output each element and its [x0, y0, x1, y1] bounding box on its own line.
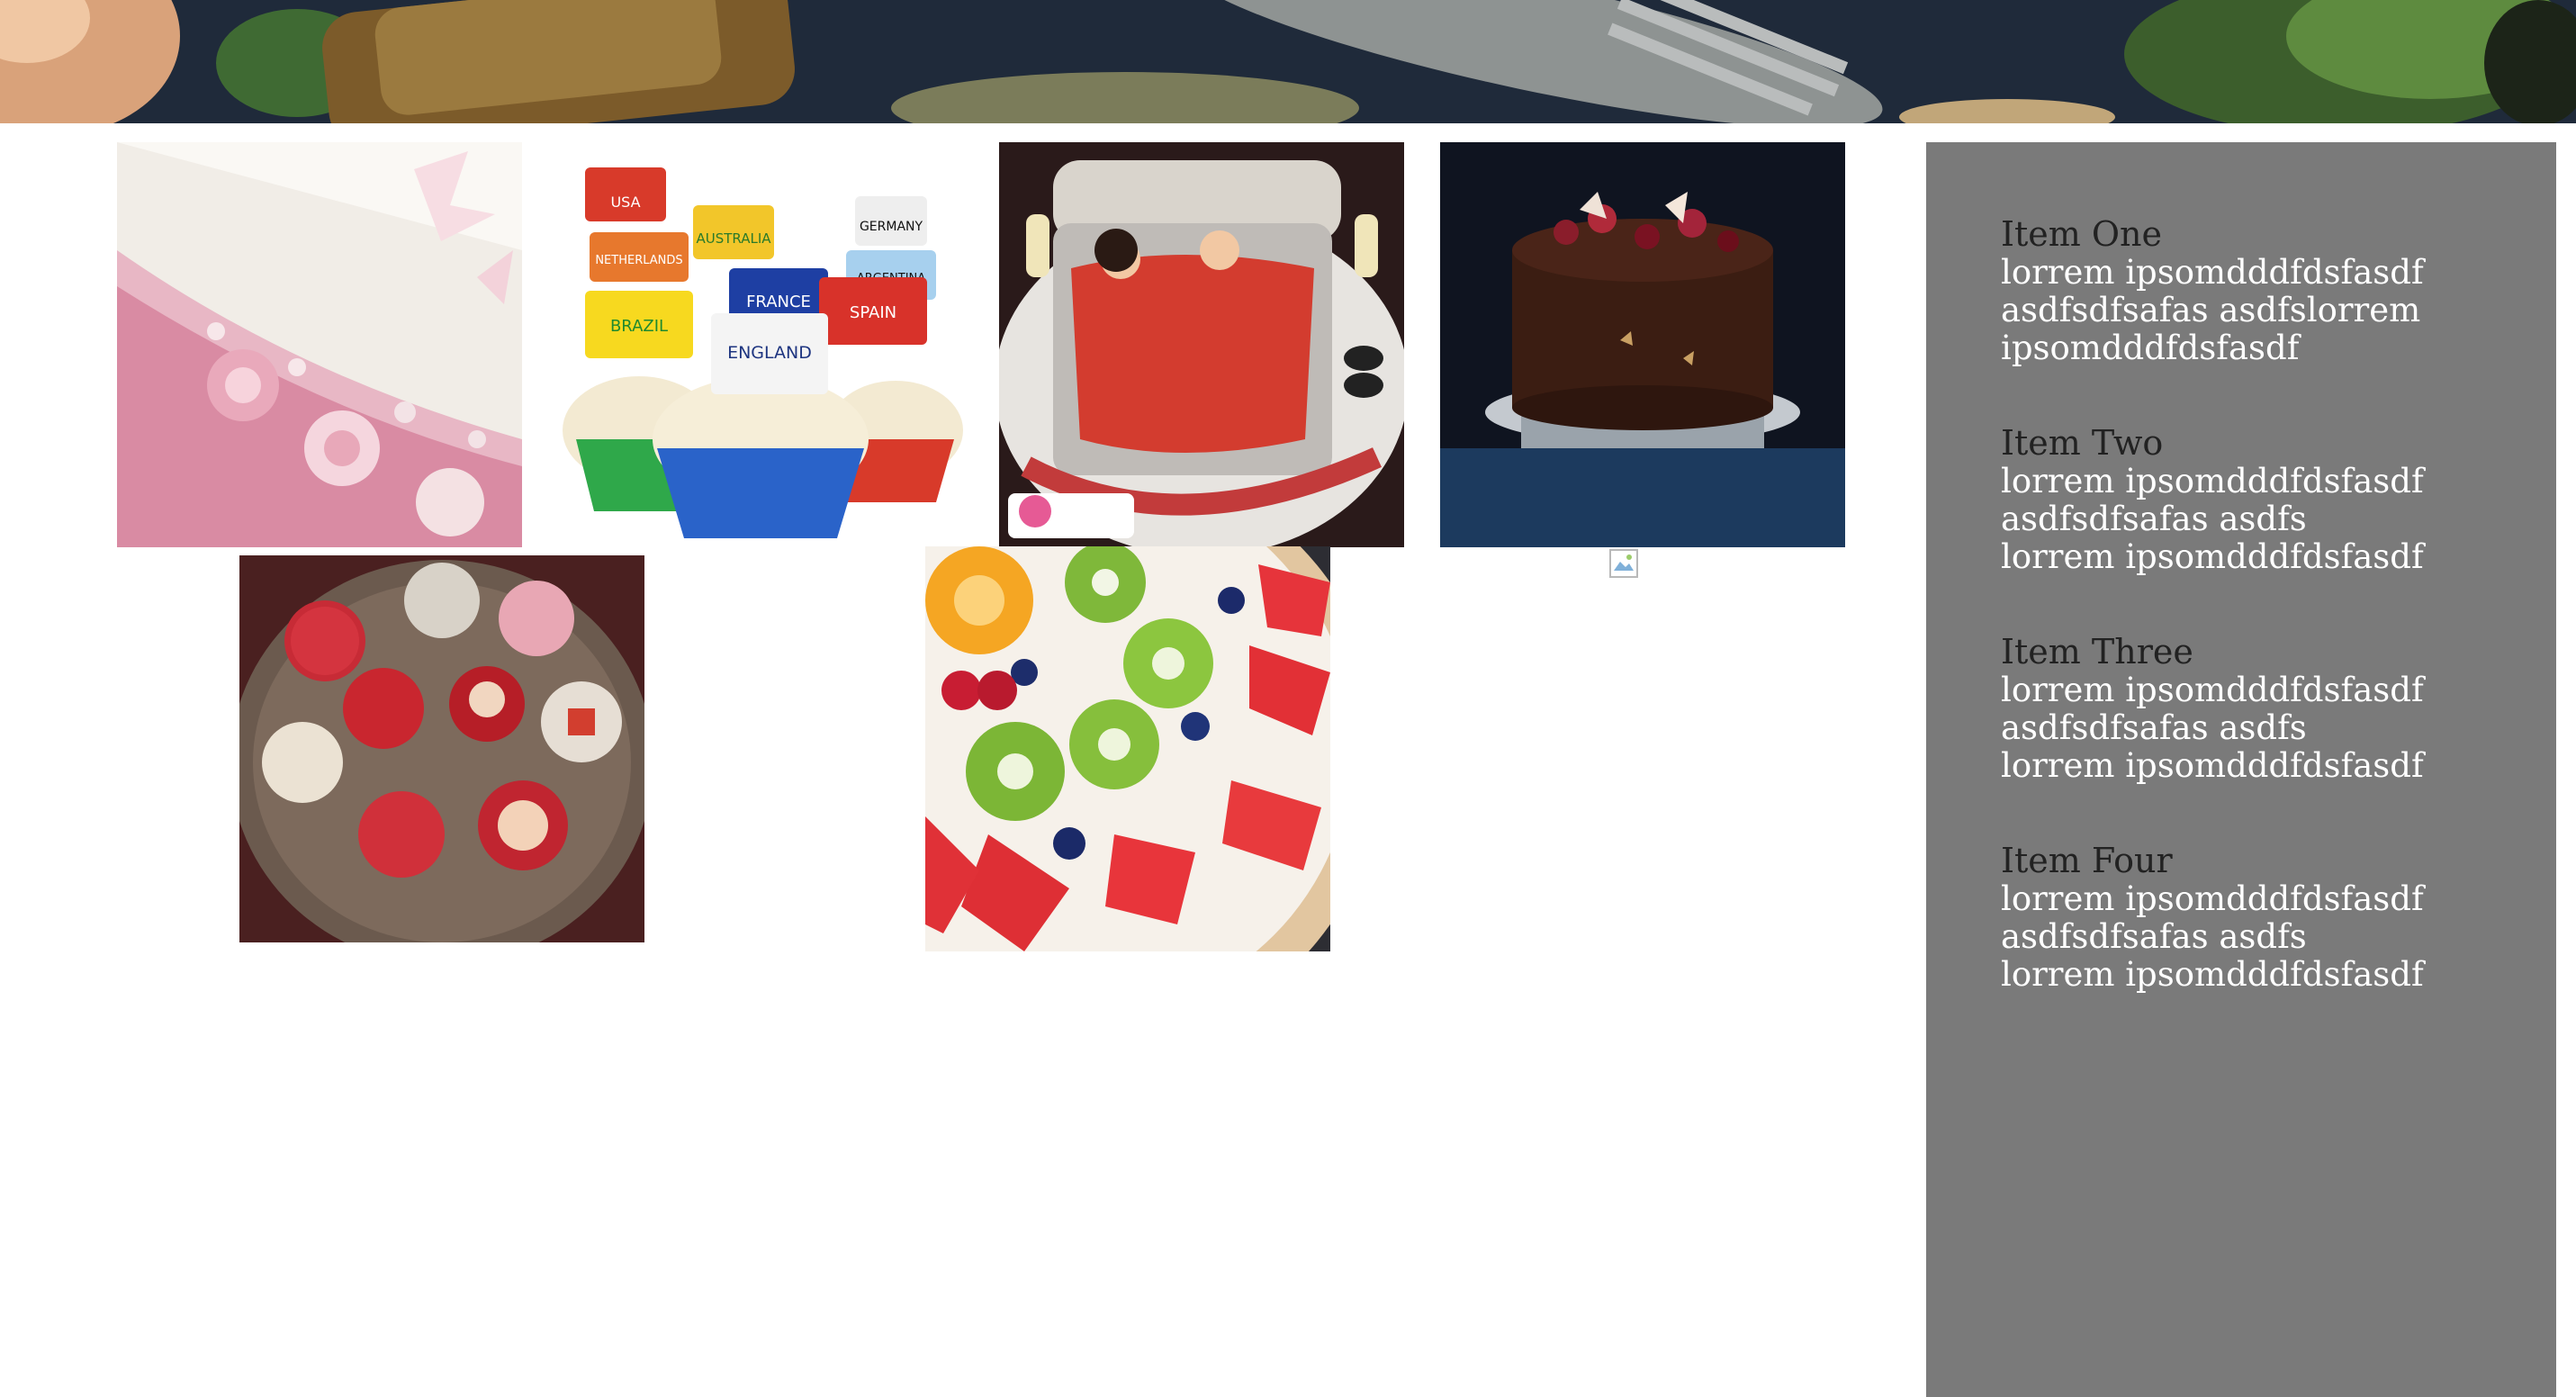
broken-image-icon — [1609, 549, 1638, 578]
sidebar-item-four: Item Four lorrem ipsomdddfdsfasdf asdfsd… — [2001, 841, 2541, 994]
gallery-image-world-cup-cupcakes[interactable]: USA AUSTRALIA GERMANY NETHERLANDS ARGENT… — [558, 142, 963, 547]
gallery-image-bed-cake[interactable] — [999, 142, 1404, 547]
gallery-image-cupcakes-plate[interactable] — [239, 555, 644, 942]
flag-label-usa: USA — [610, 194, 640, 211]
sidebar-item-title: Item Four — [2001, 841, 2173, 880]
flag-label-australia: AUSTRALIA — [696, 230, 771, 247]
flag-label-netherlands: NETHERLANDS — [595, 254, 682, 267]
sidebar-item-three: Item Three lorrem ipsomdddfdsfasdf asdfs… — [2001, 632, 2541, 785]
flag-label-spain: SPAIN — [850, 303, 896, 322]
sidebar-item-text: lorrem ipsomdddfdsfasdf asdfsdfsafas asd… — [2001, 879, 2424, 994]
flag-label-england: ENGLAND — [727, 343, 812, 363]
sidebar-item-text: lorrem ipsomdddfdsfasdf asdfsdfsafas asd… — [2001, 253, 2424, 367]
sidebar-item-title: Item Two — [2001, 423, 2164, 463]
flag-label-germany: GERMANY — [860, 220, 923, 234]
sidebar: Item One lorrem ipsomdddfdsfasdf asdfsdf… — [1926, 142, 2556, 1397]
gallery-image-chocolate-cake[interactable] — [1440, 142, 1845, 547]
gallery-image-pink-cake[interactable] — [117, 142, 522, 547]
flag-label-brazil: BRAZIL — [610, 317, 668, 336]
gallery-image-fruit-pizza[interactable] — [925, 546, 1330, 951]
page: USA AUSTRALIA GERMANY NETHERLANDS ARGENT… — [0, 0, 2576, 1397]
sidebar-item-one: Item One lorrem ipsomdddfdsfasdf asdfsdf… — [2001, 214, 2541, 367]
sidebar-item-text: lorrem ipsomdddfdsfasdf asdfsdfsafas asd… — [2001, 671, 2424, 785]
sidebar-item-text: lorrem ipsomdddfdsfasdf asdfsdfsafas asd… — [2001, 462, 2424, 576]
sidebar-item-title: Item Three — [2001, 632, 2193, 671]
flag-label-france: FRANCE — [746, 293, 811, 311]
header-banner-image — [0, 0, 2576, 123]
sidebar-item-two: Item Two lorrem ipsomdddfdsfasdf asdfsdf… — [2001, 423, 2541, 576]
sidebar-item-title: Item One — [2001, 214, 2162, 254]
